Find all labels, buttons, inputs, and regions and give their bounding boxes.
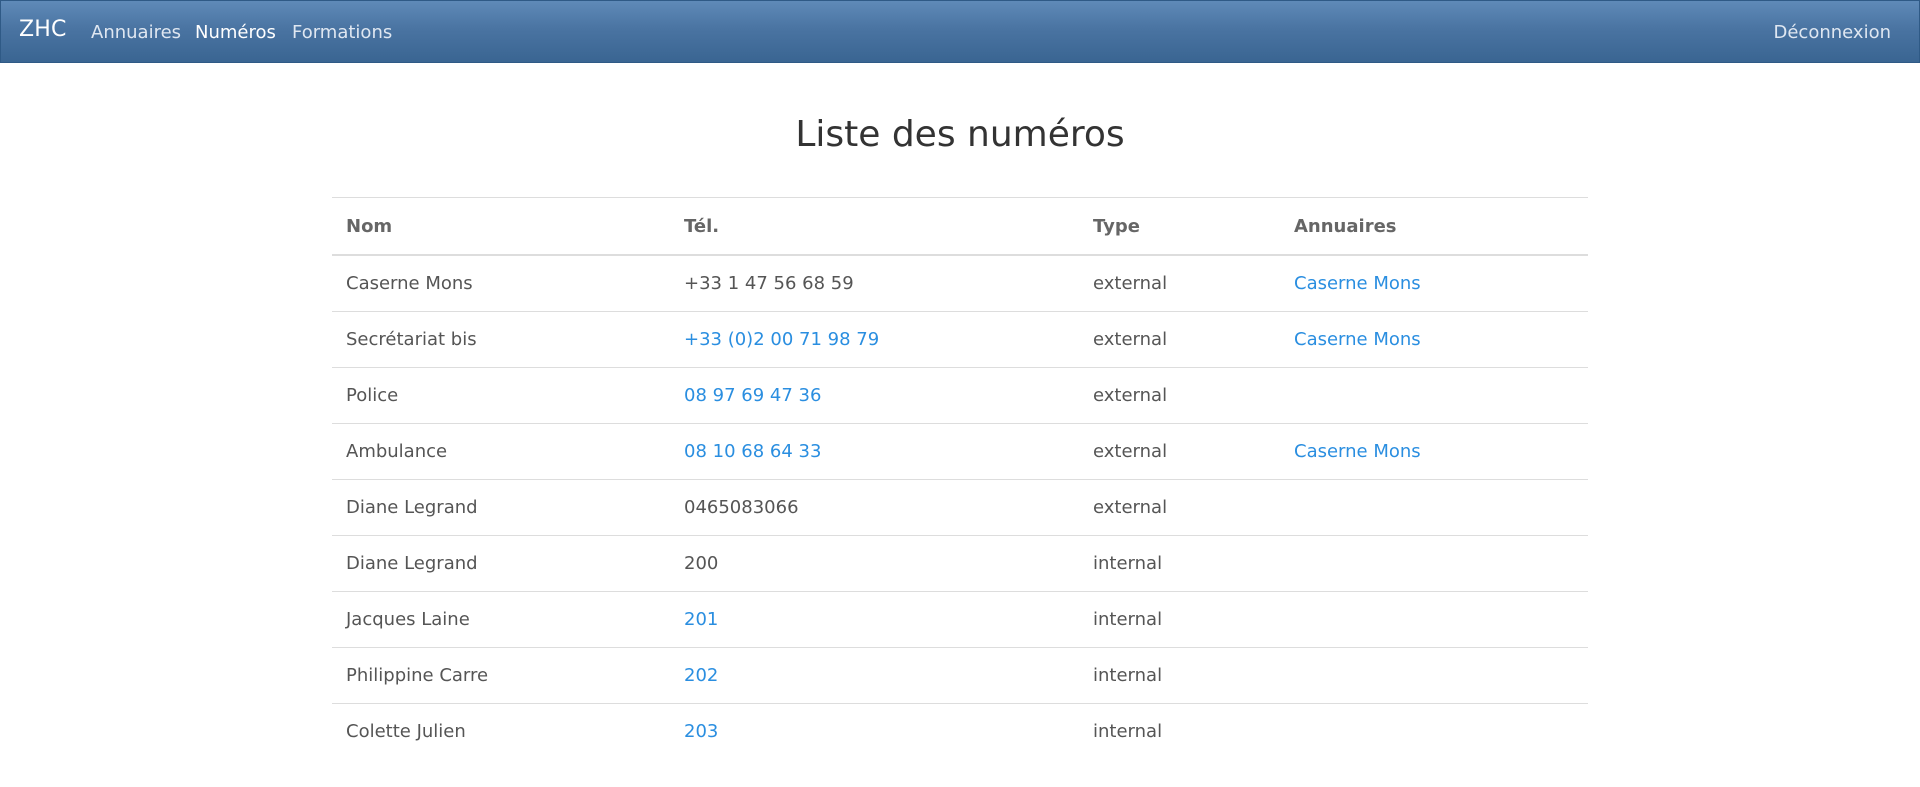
nav-link-annuaires[interactable]: Annuaires — [91, 22, 181, 43]
cell-tel: 202 — [670, 647, 1079, 704]
cell-annuaires — [1280, 535, 1588, 592]
cell-nom: Caserne Mons — [332, 254, 670, 312]
top-navbar: ZHC Annuaires Numéros Formations Déconne… — [0, 0, 1920, 63]
logout-link[interactable]: Déconnexion — [1774, 22, 1892, 43]
cell-nom: Diane Legrand — [332, 535, 670, 592]
cell-type: internal — [1079, 647, 1280, 704]
cell-type: internal — [1079, 591, 1280, 648]
cell-annuaires — [1280, 703, 1588, 759]
cell-type: internal — [1079, 703, 1280, 759]
table-row: Police 08 97 69 47 36 external — [332, 367, 1588, 424]
annuaire-link[interactable]: Caserne Mons — [1294, 273, 1421, 294]
cell-annuaires — [1280, 479, 1588, 536]
cell-type: external — [1079, 367, 1280, 424]
table-row: Secrétariat bis +33 (0)2 00 71 98 79 exter… — [332, 311, 1588, 368]
brand-link[interactable]: ZHC — [19, 17, 67, 42]
cell-nom: Diane Legrand — [332, 479, 670, 536]
cell-tel: +33 (0)2 00 71 98 79 — [670, 311, 1079, 368]
phone-link[interactable]: +33 (0)2 00 71 98 79 — [684, 329, 879, 350]
cell-annuaires — [1280, 647, 1588, 704]
cell-nom: Jacques Laine — [332, 591, 670, 648]
cell-nom: Colette Julien — [332, 703, 670, 759]
phone-link[interactable]: 08 10 68 64 33 — [684, 441, 821, 462]
phone-number: +33 1 47 56 68 59 — [684, 273, 854, 294]
cell-tel: 203 — [670, 703, 1079, 759]
cell-tel: 08 10 68 64 33 — [670, 423, 1079, 480]
phone-link[interactable]: 08 97 69 47 36 — [684, 385, 821, 406]
table-row: Diane Legrand 0465083066 external — [332, 479, 1588, 536]
cell-type: external — [1079, 311, 1280, 368]
table-row: Philippine Carre 202 internal — [332, 647, 1588, 704]
table-row: Diane Legrand 200 internal — [332, 535, 1588, 592]
column-header-type: Type — [1079, 197, 1280, 256]
page-title: Liste des numéros — [795, 114, 1125, 155]
phone-number: 0465083066 — [684, 497, 799, 518]
table-row: Colette Julien 203 internal — [332, 703, 1588, 759]
nav-link-numeros[interactable]: Numéros — [195, 22, 276, 43]
table-header-row: Nom Tél. Type Annuaires — [332, 197, 1588, 256]
cell-nom: Secrétariat bis — [332, 311, 670, 368]
cell-annuaires — [1280, 591, 1588, 648]
nav-link-formations[interactable]: Formations — [292, 22, 392, 43]
cell-annuaires: Caserne Mons — [1280, 254, 1588, 312]
column-header-nom: Nom — [332, 197, 670, 256]
column-header-tel: Tél. — [670, 197, 1079, 256]
table-row: Ambulance 08 10 68 64 33 external Caserne M… — [332, 423, 1588, 480]
table-row: Jacques Laine 201 internal — [332, 591, 1588, 648]
cell-tel: +33 1 47 56 68 59 — [670, 254, 1079, 312]
cell-tel: 201 — [670, 591, 1079, 648]
cell-type: external — [1079, 254, 1280, 312]
cell-annuaires: Caserne Mons — [1280, 311, 1588, 368]
phone-link[interactable]: 203 — [684, 721, 718, 742]
cell-nom: Philippine Carre — [332, 647, 670, 704]
cell-annuaires: Caserne Mons — [1280, 423, 1588, 480]
cell-tel: 0465083066 — [670, 479, 1079, 536]
cell-tel: 200 — [670, 535, 1079, 592]
cell-nom: Ambulance — [332, 423, 670, 480]
annuaire-link[interactable]: Caserne Mons — [1294, 441, 1421, 462]
cell-annuaires — [1280, 367, 1588, 424]
cell-type: external — [1079, 479, 1280, 536]
table-row: Caserne Mons +33 1 47 56 68 59 external Cas… — [332, 254, 1588, 312]
phone-number: 200 — [684, 553, 719, 574]
phone-link[interactable]: 202 — [684, 665, 718, 686]
annuaire-link[interactable]: Caserne Mons — [1294, 329, 1421, 350]
cell-type: external — [1079, 423, 1280, 480]
cell-tel: 08 97 69 47 36 — [670, 367, 1079, 424]
column-header-annuaires: Annuaires — [1280, 197, 1588, 256]
cell-type: internal — [1079, 535, 1280, 592]
numbers-table: Nom Tél. Type Annuaires Caserne Mons +33 … — [332, 197, 1588, 759]
phone-link[interactable]: 201 — [684, 609, 718, 630]
cell-nom: Police — [332, 367, 670, 424]
